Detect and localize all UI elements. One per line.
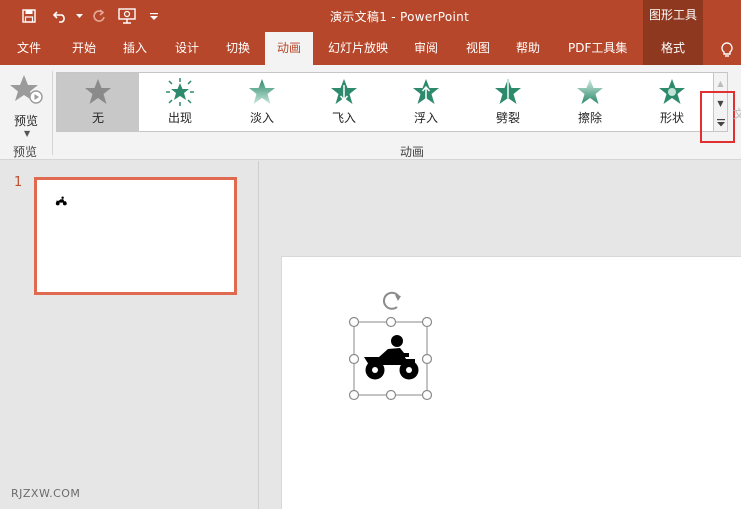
watermark: RJZXW.COM xyxy=(11,487,81,500)
animation-none[interactable]: 无 xyxy=(57,73,139,131)
tab-slideshow[interactable]: 幻灯片放映 xyxy=(322,32,394,65)
chevron-up-icon: ▲ xyxy=(717,78,724,88)
selected-shape[interactable] xyxy=(342,275,438,405)
tab-transitions[interactable]: 切换 xyxy=(220,32,256,65)
tab-review[interactable]: 审阅 xyxy=(408,32,444,65)
animation-wipe[interactable]: 擦除 xyxy=(549,73,631,131)
tab-file[interactable]: 文件 xyxy=(11,32,47,65)
animation-fade[interactable]: 淡入 xyxy=(221,73,303,131)
animation-label: 淡入 xyxy=(249,111,274,125)
animation-label: 出现 xyxy=(167,111,192,125)
chevron-down-icon xyxy=(75,13,83,18)
tab-format[interactable]: 格式 xyxy=(643,32,703,65)
group-divider xyxy=(52,71,53,155)
save-icon xyxy=(22,9,36,23)
tab-animations[interactable]: 动画 xyxy=(265,32,313,65)
effect-options-label: 文 xyxy=(733,107,741,121)
undo-dropdown-button[interactable] xyxy=(74,3,84,29)
animation-gallery: 无 出现 淡入 飞入 浮入 劈裂 擦除 形状 xyxy=(56,72,714,132)
title-bar: 演示文稿1 - PowerPoint 图形工具 xyxy=(0,0,741,32)
star-fade-icon xyxy=(249,79,275,104)
slide-number: 1 xyxy=(14,175,23,190)
motorcycle-icon xyxy=(55,196,67,206)
quick-access-toolbar xyxy=(0,0,162,32)
animation-label: 擦除 xyxy=(577,111,602,125)
editing-area xyxy=(259,161,741,509)
contextual-tab-group-title: 图形工具 xyxy=(643,0,703,32)
motorcycle-icon xyxy=(364,335,419,380)
preview-button[interactable]: 预览 ▼ xyxy=(4,71,48,141)
customize-qat-button[interactable] xyxy=(146,3,162,29)
gallery-scroll-up-button[interactable]: ▲ xyxy=(714,73,727,93)
preview-star-icon xyxy=(10,75,43,104)
gallery-more-highlight xyxy=(700,91,735,143)
animation-appear[interactable]: 出现 xyxy=(139,73,221,131)
ribbon-panel: 预览 ▼ 预览 无 出现 淡入 飞入 浮入 劈裂 擦除 形状 ▲ ▼ 文 动画 xyxy=(0,65,741,160)
star-burst-icon xyxy=(166,78,194,106)
animation-label: 劈裂 xyxy=(495,111,520,125)
resize-handle[interactable] xyxy=(348,389,360,401)
chevron-down-icon: ▼ xyxy=(24,129,31,138)
resize-handle[interactable] xyxy=(421,316,433,328)
tab-insert[interactable]: 插入 xyxy=(117,32,153,65)
animation-label: 无 xyxy=(91,111,104,125)
animation-label: 飞入 xyxy=(331,111,356,125)
animation-label: 浮入 xyxy=(413,111,438,125)
customize-icon xyxy=(150,13,158,20)
animation-fly-in[interactable]: 飞入 xyxy=(303,73,385,131)
tab-home[interactable]: 开始 xyxy=(66,32,102,65)
tab-pdf-tools[interactable]: PDF工具集 xyxy=(562,32,633,65)
slides-pane: 1 RJZXW.COM xyxy=(0,161,258,509)
star-wipe-icon xyxy=(577,79,603,104)
animation-split[interactable]: 劈裂 xyxy=(467,73,549,131)
undo-icon xyxy=(53,11,65,23)
preview-group-label: 预览 xyxy=(13,145,38,159)
star-gray-icon xyxy=(85,79,111,104)
document-title: 演示文稿1 - PowerPoint xyxy=(330,10,470,24)
star-float-icon xyxy=(413,79,439,104)
lightbulb-icon[interactable] xyxy=(717,40,737,60)
undo-button[interactable] xyxy=(48,3,74,29)
tab-help[interactable]: 帮助 xyxy=(510,32,546,65)
animation-group-label: 动画 xyxy=(400,145,425,159)
slide-thumbnail[interactable] xyxy=(34,177,237,295)
redo-icon xyxy=(93,9,105,22)
star-shape-icon xyxy=(659,79,685,104)
save-button[interactable] xyxy=(16,3,42,29)
resize-handle[interactable] xyxy=(385,389,397,401)
tab-design[interactable]: 设计 xyxy=(169,32,205,65)
star-fly-icon xyxy=(331,79,357,104)
resize-handle[interactable] xyxy=(348,316,360,328)
tab-view[interactable]: 视图 xyxy=(460,32,496,65)
rotate-handle[interactable] xyxy=(382,291,401,310)
start-from-beginning-button[interactable] xyxy=(114,3,140,29)
preview-label: 预览 xyxy=(13,114,38,128)
resize-handle[interactable] xyxy=(421,353,433,365)
redo-button[interactable] xyxy=(86,3,112,29)
ribbon-tab-bar: 文件 开始 插入 设计 切换 动画 幻灯片放映 审阅 视图 帮助 PDF工具集 … xyxy=(0,32,741,65)
star-split-icon xyxy=(495,79,521,104)
animation-float-in[interactable]: 浮入 xyxy=(385,73,467,131)
resize-handle[interactable] xyxy=(385,316,397,328)
slideshow-icon xyxy=(118,8,136,24)
slide-canvas[interactable] xyxy=(281,256,741,509)
resize-handle[interactable] xyxy=(348,353,360,365)
resize-handle[interactable] xyxy=(421,389,433,401)
